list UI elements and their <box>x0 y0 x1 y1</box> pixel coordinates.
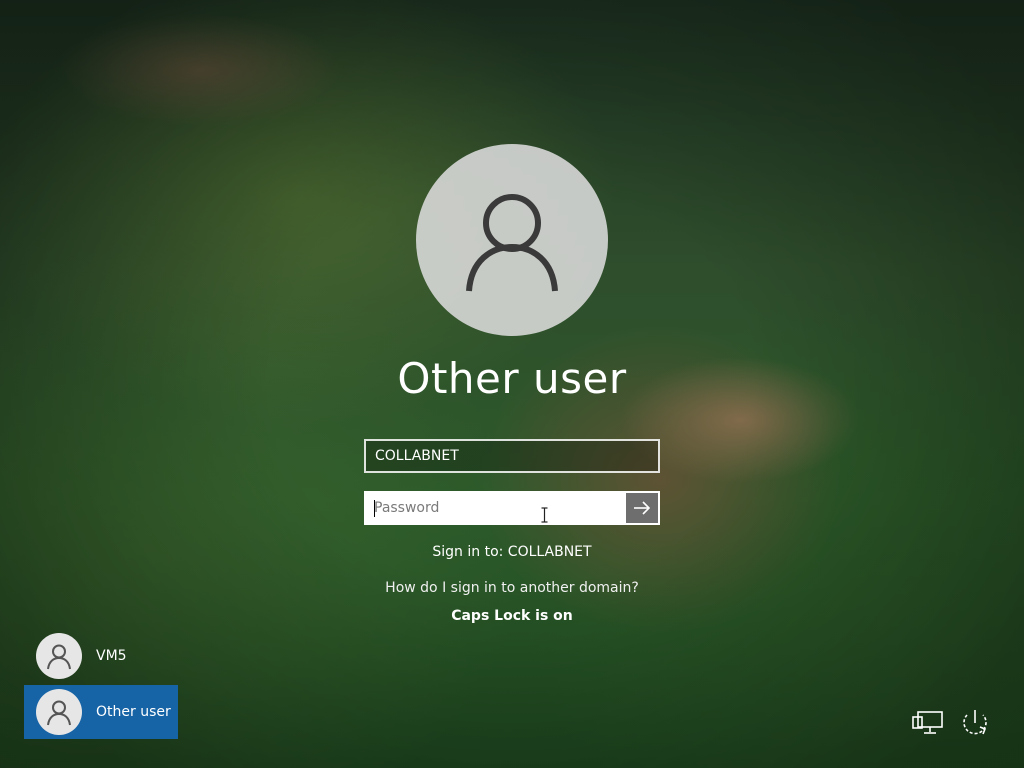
network-button[interactable] <box>911 706 945 740</box>
avatar <box>36 689 82 735</box>
account-name-title: Other user <box>397 354 627 403</box>
avatar <box>36 633 82 679</box>
username-field[interactable]: COLLABNET <box>364 439 660 473</box>
user-avatar-large <box>416 144 608 336</box>
caps-lock-warning: Caps Lock is on <box>451 608 573 624</box>
user-tile-label: Other user <box>96 704 171 720</box>
user-icon <box>466 194 558 292</box>
power-icon <box>963 710 987 735</box>
user-tile-label: VM5 <box>96 648 127 664</box>
submit-button[interactable] <box>626 493 658 523</box>
password-input[interactable] <box>366 493 628 523</box>
network-icon <box>912 711 943 734</box>
user-icon <box>47 644 71 670</box>
arrow-right-icon <box>634 501 651 515</box>
password-field-container[interactable] <box>364 491 660 525</box>
user-tile-other-user[interactable]: Other user <box>24 685 178 739</box>
power-button[interactable] <box>958 706 992 740</box>
user-icon <box>47 700 71 726</box>
other-domain-help-link[interactable]: How do I sign in to another domain? <box>0 580 1024 596</box>
sign-in-domain-text: Sign in to: COLLABNET <box>432 544 592 560</box>
ibeam-cursor-icon <box>541 507 548 523</box>
user-tile-vm5[interactable]: VM5 <box>24 629 178 683</box>
text-caret <box>374 500 375 517</box>
